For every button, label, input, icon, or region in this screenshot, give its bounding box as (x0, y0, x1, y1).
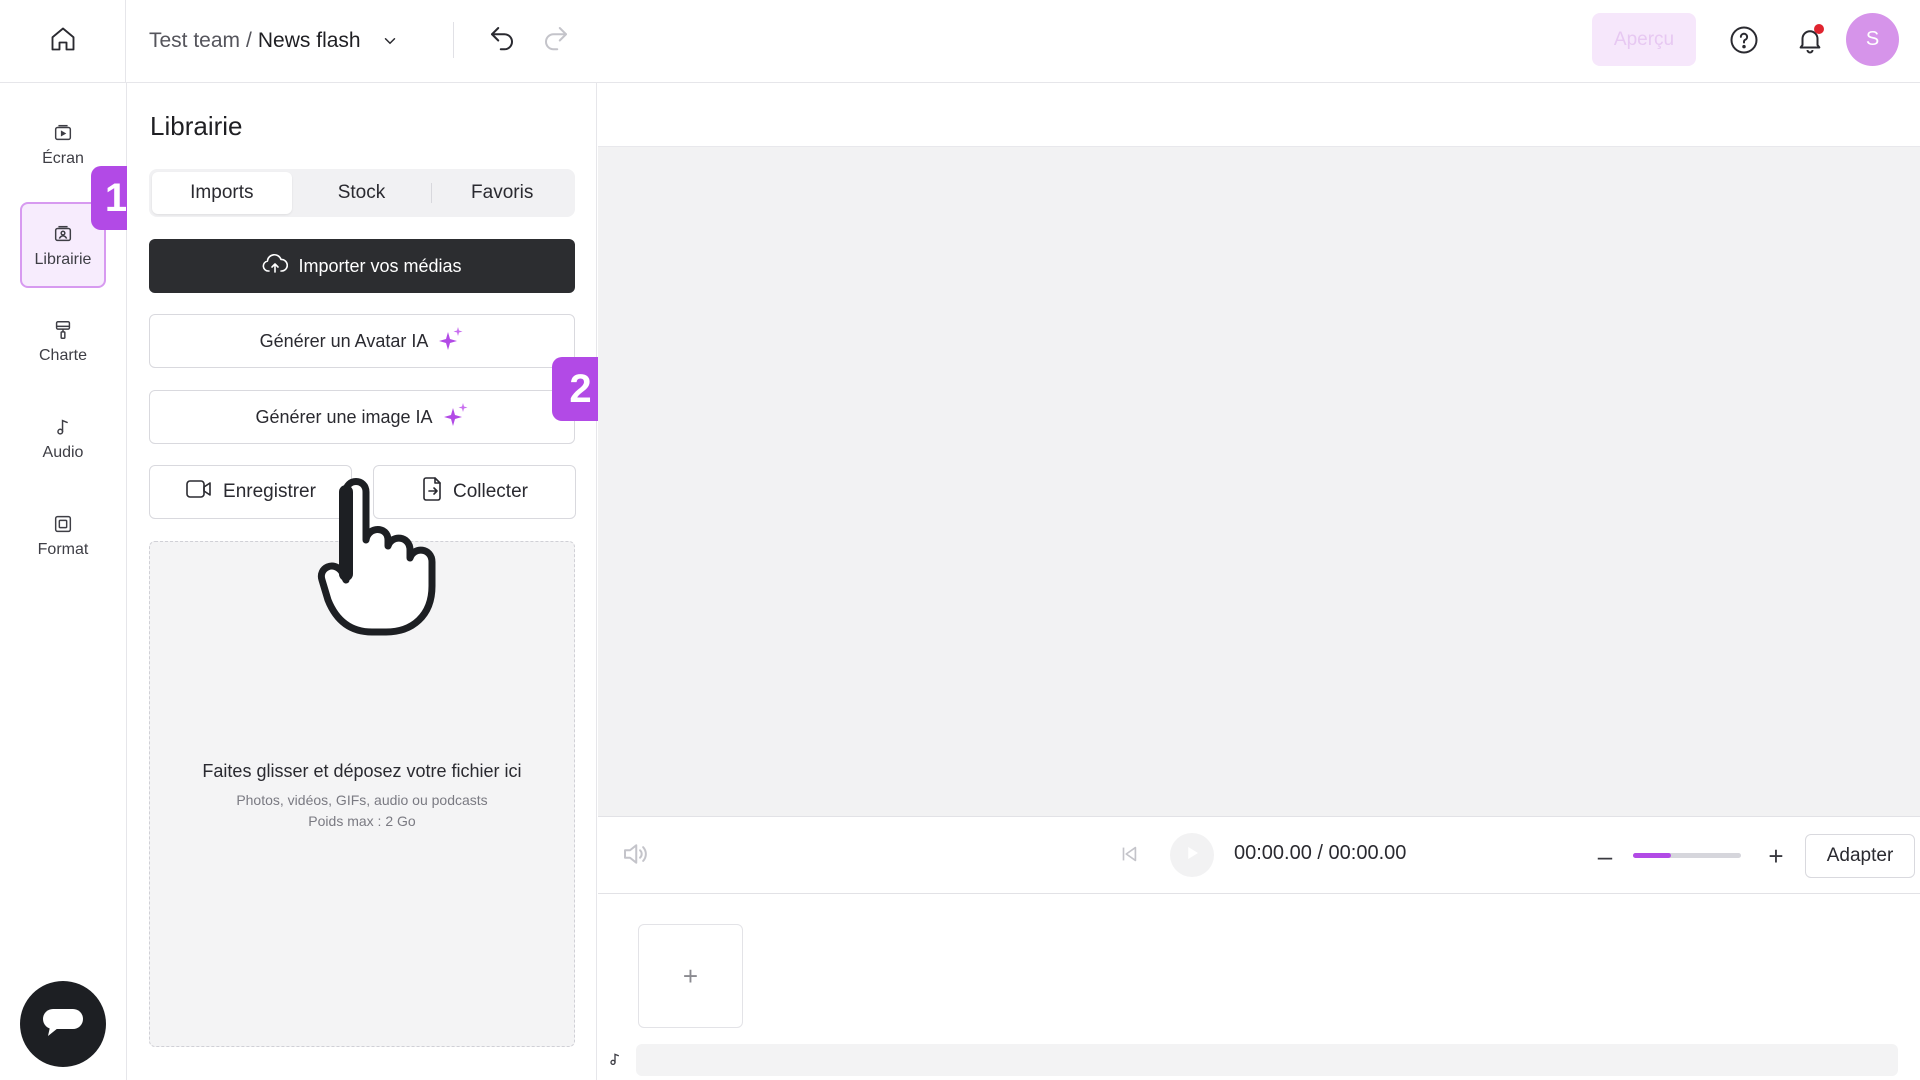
dropzone-max-size: Poids max : 2 Go (308, 813, 416, 829)
nav-label-audio: Audio (42, 444, 84, 461)
zoom-slider-fill (1633, 853, 1671, 858)
generate-image-label: Générer une image IA (255, 406, 433, 427)
tab-stock[interactable]: Stock (292, 172, 432, 214)
breadcrumb-separator: / (246, 29, 252, 52)
library-tabs: Imports Stock Favoris (149, 169, 575, 217)
redo-icon (541, 23, 571, 58)
collect-label: Collecter (453, 481, 528, 502)
import-media-label: Importer vos médias (298, 255, 462, 276)
generate-avatar-button[interactable]: Générer un Avatar IA (149, 314, 575, 368)
dropzone-subtitle: Photos, vidéos, GIFs, audio ou podcasts (236, 792, 488, 808)
format-icon (52, 511, 74, 537)
notification-dot (1814, 24, 1824, 34)
zoom-in-button[interactable]: + (1761, 839, 1791, 873)
project-name: News flash (257, 29, 361, 52)
left-navigation: Écran Librairie Charte Audio Format (0, 83, 127, 1080)
skip-to-start-button[interactable] (1114, 841, 1144, 871)
notifications-button[interactable] (1790, 22, 1830, 62)
record-label: Enregistrer (223, 481, 316, 502)
brush-icon (52, 317, 74, 343)
nav-label-librairie: Librairie (34, 251, 92, 268)
help-icon (1729, 25, 1759, 60)
cloud-upload-icon (262, 253, 289, 280)
tab-imports[interactable]: Imports (152, 172, 292, 214)
chevron-down-icon[interactable] (381, 32, 399, 50)
dropzone-title: Faites glisser et déposez votre fichier … (202, 761, 522, 781)
play-icon (1183, 844, 1201, 867)
speaker-icon (620, 839, 650, 874)
screen-icon (52, 120, 74, 146)
nav-item-audio[interactable]: Audio (20, 395, 106, 481)
tab-favoris[interactable]: Favoris (432, 172, 572, 214)
audio-track[interactable] (636, 1044, 1898, 1076)
volume-button[interactable] (618, 839, 652, 873)
undo-button[interactable] (487, 22, 517, 58)
nav-item-charte[interactable]: Charte (20, 298, 106, 384)
team-name: Test team (149, 29, 241, 52)
library-icon (52, 221, 74, 247)
video-camera-icon (185, 478, 213, 506)
play-button[interactable] (1170, 833, 1214, 877)
nav-item-format[interactable]: Format (20, 492, 106, 578)
zoom-slider[interactable] (1633, 853, 1741, 858)
home-button[interactable] (0, 0, 126, 83)
fit-button[interactable]: Adapter (1805, 834, 1915, 878)
skip-back-icon (1118, 843, 1140, 870)
music-note-icon (606, 1048, 624, 1070)
chat-support-button[interactable] (20, 981, 106, 1067)
timeline: + (598, 894, 1920, 1080)
zoom-out-button[interactable]: – (1590, 839, 1620, 873)
top-bar: Test team / News flash Aperçu S (0, 0, 1920, 83)
chat-icon (40, 1005, 86, 1044)
playback-time: 00:00.00 / 00:00.00 (1234, 842, 1407, 864)
hand-pointer-icon (317, 478, 436, 636)
import-media-button[interactable]: Importer vos médias (149, 239, 575, 293)
nav-label-ecran: Écran (42, 150, 84, 167)
project-selector[interactable]: Test team / News flash (149, 25, 399, 57)
music-note-icon (52, 414, 74, 440)
user-avatar[interactable]: S (1846, 13, 1899, 66)
home-icon (49, 25, 77, 58)
sparkle-icon (443, 402, 469, 433)
generate-avatar-label: Générer un Avatar IA (259, 330, 429, 351)
nav-label-charte: Charte (38, 347, 88, 364)
add-clip-button[interactable]: + (638, 924, 743, 1028)
panel-title: Librairie (150, 111, 243, 141)
sparkle-icon (438, 326, 464, 357)
redo-button[interactable] (541, 22, 571, 58)
toolbar-divider (453, 22, 454, 58)
player-controls: 00:00.00 / 00:00.00 – + Adapter (598, 817, 1920, 894)
undo-icon (487, 23, 517, 58)
preview-button[interactable]: Aperçu (1592, 13, 1696, 66)
help-button[interactable] (1726, 24, 1762, 60)
nav-label-format: Format (37, 541, 89, 558)
video-canvas[interactable] (598, 147, 1920, 817)
generate-image-button[interactable]: Générer une image IA (149, 390, 575, 444)
canvas-header (598, 83, 1920, 147)
